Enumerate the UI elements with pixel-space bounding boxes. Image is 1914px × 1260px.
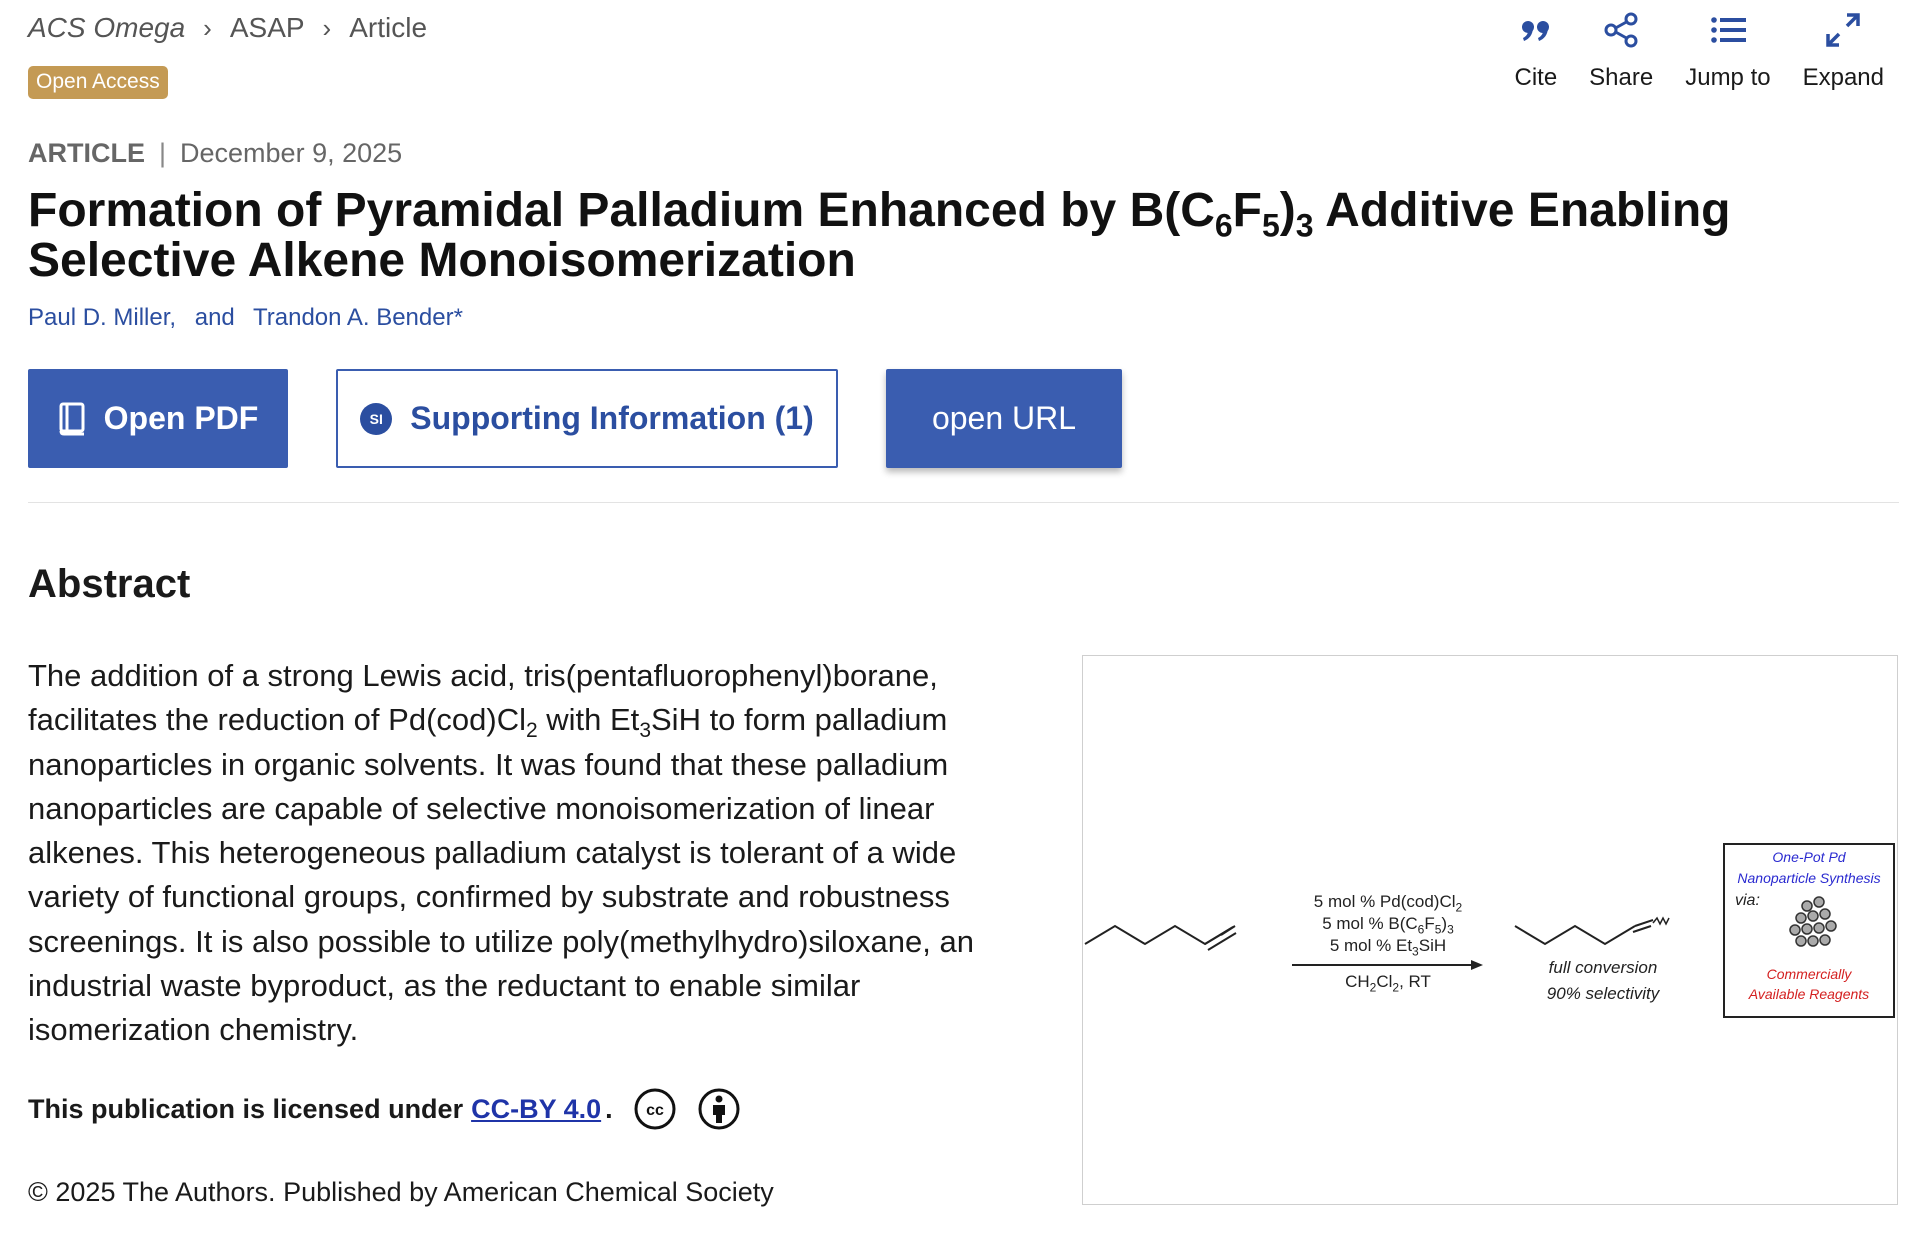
box-red-2: Available Reagents xyxy=(1748,986,1870,1002)
attribution-icon xyxy=(698,1088,740,1130)
license-text: This publication is licensed under xyxy=(28,1093,464,1124)
jump-to-button[interactable]: Jump to xyxy=(1685,10,1771,92)
supporting-information-button[interactable]: SI Supporting Information (1) xyxy=(336,369,838,468)
reagent-line-2: 5 mol % B(C6F5)3 xyxy=(1322,914,1454,937)
expand-button[interactable]: Expand xyxy=(1803,10,1884,92)
expand-icon xyxy=(1826,13,1861,47)
author-list: Paul D. Miller, and Trandon A. Bender* xyxy=(28,304,475,332)
license-statement: This publication is licensed under CC-BY… xyxy=(28,1087,741,1131)
article-title: Formation of Pyramidal Palladium Enhance… xyxy=(28,184,1731,287)
chevron-right-icon: › xyxy=(322,12,332,43)
list-icon xyxy=(1711,17,1746,43)
author-link[interactable]: Trandon A. Bender* xyxy=(253,304,463,331)
share-button[interactable]: Share xyxy=(1589,10,1653,92)
author-conjunction: and xyxy=(194,304,235,331)
breadcrumb-page: Article xyxy=(349,12,428,43)
open-url-button[interactable]: open URL xyxy=(886,369,1122,468)
cite-label: Cite xyxy=(1514,64,1558,91)
author-link[interactable]: Paul D. Miller, xyxy=(28,304,176,331)
breadcrumb: ACS Omega › ASAP › Article xyxy=(28,12,427,44)
abstract-heading: Abstract xyxy=(28,562,191,606)
svg-text:cc: cc xyxy=(646,1102,664,1119)
meta-divider: | xyxy=(159,138,167,168)
cite-button[interactable]: Cite xyxy=(1514,10,1557,92)
license-period: . xyxy=(605,1093,613,1124)
share-icon xyxy=(1604,12,1638,48)
license-link[interactable]: CC-BY 4.0 xyxy=(471,1094,601,1125)
share-label: Share xyxy=(1589,64,1654,91)
open-pdf-label: Open PDF xyxy=(103,400,259,436)
result-conversion: full conversion xyxy=(1548,958,1658,977)
wavy-bond xyxy=(1652,916,1670,926)
box-title-2: Nanoparticle Synthesis xyxy=(1737,870,1881,886)
section-divider xyxy=(28,502,1899,503)
article-type: ARTICLE xyxy=(28,138,145,168)
jump-to-label: Jump to xyxy=(1685,64,1771,91)
box-title-1: One-Pot Pd xyxy=(1772,849,1846,865)
publication-date: December 9, 2025 xyxy=(180,138,403,168)
box-via: via: xyxy=(1735,892,1760,909)
solvent-label: CH2Cl2, RT xyxy=(1345,972,1431,995)
product-alkene xyxy=(1514,924,1636,946)
book-icon xyxy=(59,402,85,435)
starting-alkene xyxy=(1084,924,1236,946)
copyright: © 2025 The Authors. Published by America… xyxy=(28,1177,774,1207)
chevron-right-icon: › xyxy=(203,12,212,43)
article-meta: ARTICLE | December 9, 2025 xyxy=(28,138,402,169)
expand-label: Expand xyxy=(1802,64,1884,91)
reagent-line-1: 5 mol % Pd(cod)Cl2 xyxy=(1313,892,1463,915)
open-access-badge: Open Access xyxy=(28,66,168,99)
cc-icon: cc xyxy=(634,1088,676,1130)
si-icon: SI xyxy=(360,402,393,435)
open-pdf-button[interactable]: Open PDF xyxy=(28,369,288,468)
article-tools: Cite Share Jump to Expand xyxy=(1482,10,1884,92)
breadcrumb-journal[interactable]: ACS Omega xyxy=(28,12,185,44)
box-red-1: Commercially xyxy=(1766,966,1852,982)
abstract-text: The addition of a strong Lewis acid, tri… xyxy=(28,658,974,1048)
breadcrumb-section[interactable]: ASAP xyxy=(230,12,305,44)
double-bond xyxy=(1207,932,1237,951)
reagent-line-3: 5 mol % Et3SiH xyxy=(1329,936,1447,959)
quote-icon xyxy=(1521,21,1549,41)
supporting-information-label: Supporting Information (1) xyxy=(410,400,814,436)
result-selectivity: 90% selectivity xyxy=(1546,984,1660,1003)
toc-graphic[interactable]: 5 mol % Pd(cod)Cl2 5 mol % B(C6F5)3 5 mo… xyxy=(1082,655,1898,1205)
